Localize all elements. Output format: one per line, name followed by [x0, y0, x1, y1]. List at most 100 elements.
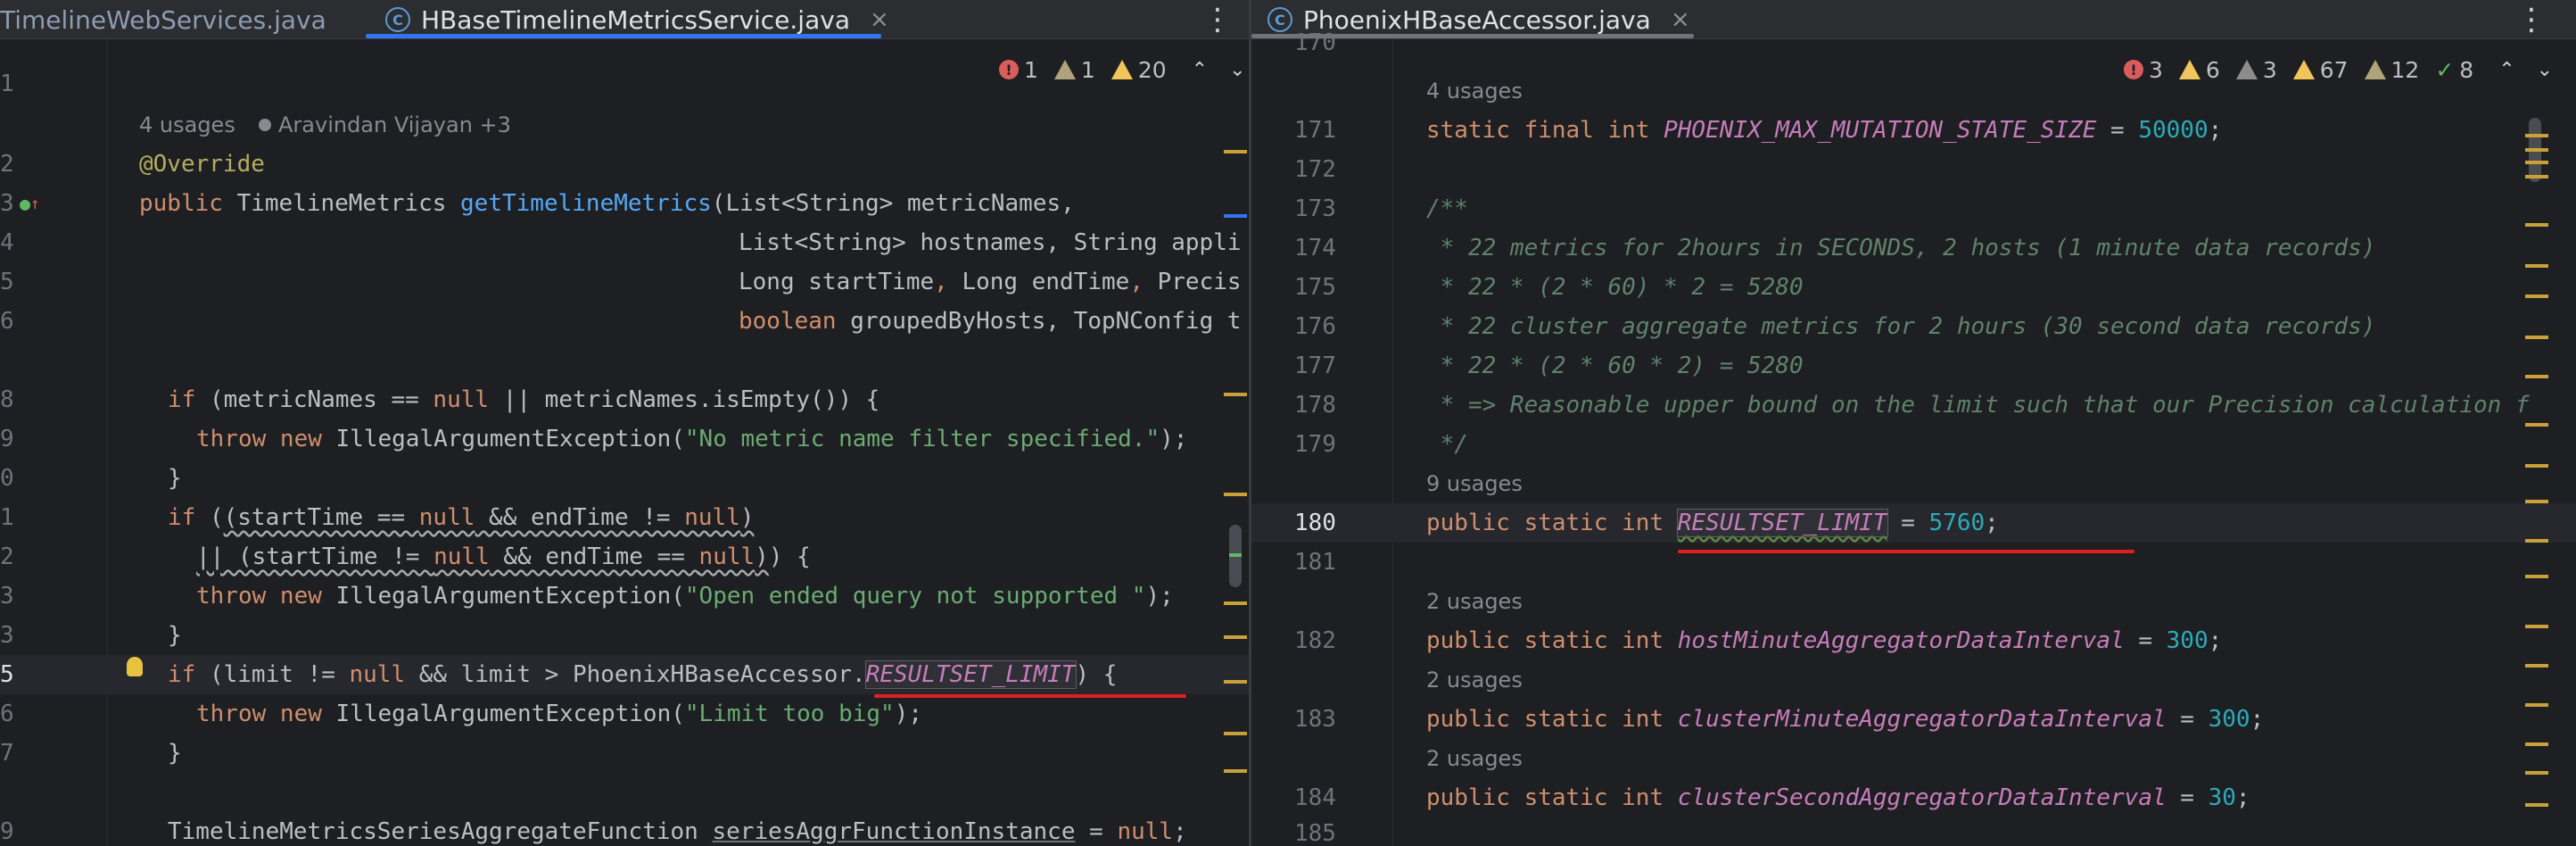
- warning-marker[interactable]: [2525, 625, 2548, 628]
- code-line: throw new IllegalArgumentException("Open…: [196, 583, 1174, 610]
- warning-count[interactable]: 6: [2178, 57, 2220, 83]
- tab-timeline-web-services[interactable]: TimelineWebServices.java: [0, 0, 326, 39]
- chevron-up-icon[interactable]: ⌃: [2498, 59, 2514, 81]
- line-number: 170: [1294, 32, 1336, 54]
- warning-marker[interactable]: [2525, 803, 2548, 807]
- warning-marker[interactable]: [1224, 635, 1247, 639]
- code-line-current: public static int RESULTSET_LIMIT = 5760…: [1426, 509, 1999, 537]
- warning-marker[interactable]: [1224, 601, 1247, 605]
- comment-line: * 22 cluster aggregate metrics for 2 hou…: [1426, 313, 2376, 340]
- lightbulb-icon[interactable]: [127, 657, 143, 676]
- warning-icon: [2292, 60, 2315, 79]
- comment-line: * => Reasonable upper bound on the limit…: [1426, 392, 2530, 419]
- warning-marker[interactable]: [1224, 493, 1247, 496]
- line-number: 1: [0, 504, 14, 531]
- warning-marker[interactable]: [2525, 148, 2548, 152]
- error-count[interactable]: ! 3: [2124, 57, 2163, 83]
- line-number: 3: [0, 622, 14, 649]
- warning-marker[interactable]: [2525, 134, 2548, 137]
- weak-warning-count[interactable]: 1: [1053, 57, 1095, 83]
- usages-hint[interactable]: 2 usages: [1426, 739, 1523, 778]
- check-icon: ✓: [2435, 56, 2455, 83]
- warning-icon: [2178, 60, 2200, 79]
- chevron-up-icon[interactable]: ⌃: [1192, 59, 1208, 81]
- line-number: 171: [1294, 117, 1336, 144]
- right-editor-pane: C PhoenixHBaseAccessor.java × ⋮ ! 3 6 3 6…: [1251, 0, 2576, 846]
- code-line: public static int clusterSecondAggregato…: [1426, 784, 2250, 811]
- warning-marker[interactable]: [1224, 393, 1247, 396]
- close-icon[interactable]: ×: [1671, 6, 1690, 33]
- warning-marker[interactable]: [1224, 732, 1247, 735]
- warning-count-2[interactable]: 67: [2292, 57, 2349, 83]
- weak-warning-count[interactable]: 3: [2235, 57, 2277, 83]
- warning-marker[interactable]: [2525, 464, 2548, 468]
- line-number: 184: [1294, 784, 1336, 811]
- warning-marker[interactable]: [2525, 175, 2548, 178]
- red-annotation-underline: [1678, 550, 2134, 553]
- usages-hint[interactable]: 2 usages: [1426, 660, 1523, 700]
- warning-marker[interactable]: [2525, 771, 2548, 775]
- left-editor-pane: TimelineWebServices.java C HBaseTimeline…: [0, 0, 1249, 846]
- caret-marker[interactable]: [1224, 214, 1247, 218]
- line-number: 6: [0, 701, 14, 727]
- code-line: || (startTime != null && endTime == null…: [196, 543, 811, 570]
- typo-count[interactable]: 12: [2364, 57, 2419, 83]
- line-number: 9: [0, 818, 14, 845]
- ok-count[interactable]: ✓ 8: [2435, 57, 2473, 83]
- more-options-icon[interactable]: ⋮: [2516, 0, 2547, 39]
- usages-hint[interactable]: 4 usages: [1426, 71, 1523, 111]
- code-line: }: [168, 740, 182, 767]
- code-line: TimelineMetricsSeriesAggregateFunction s…: [168, 818, 1187, 845]
- line-number: 172: [1294, 156, 1336, 183]
- comment-line: * 22 * (2 * 60) * 2 = 5280: [1426, 274, 1804, 301]
- close-icon[interactable]: ×: [870, 6, 889, 33]
- warning-marker[interactable]: [2525, 539, 2548, 543]
- warning-marker[interactable]: [2525, 375, 2548, 378]
- code-line: Long startTime, Long endTime, Precis: [739, 269, 1242, 295]
- usages-hint[interactable]: 9 usages: [1426, 464, 1523, 503]
- line-number: 4: [0, 229, 14, 256]
- warning-marker[interactable]: [2525, 223, 2548, 227]
- chevron-down-icon[interactable]: ⌄: [1229, 59, 1245, 81]
- warning-marker[interactable]: [2525, 500, 2548, 503]
- warning-marker[interactable]: [1224, 680, 1247, 684]
- code-line: boolean groupedByHosts, TopNConfig t: [739, 308, 1242, 335]
- warning-marker[interactable]: [1224, 150, 1247, 153]
- line-number: 174: [1294, 235, 1336, 261]
- code-line: if (metricNames == null || metricNames.i…: [168, 386, 880, 413]
- line-number: 178: [1294, 392, 1336, 419]
- warning-marker[interactable]: [2525, 423, 2548, 427]
- gutter-separator: [107, 39, 108, 846]
- inspection-widget[interactable]: ! 1 1 20 ⌃ ⌄: [999, 52, 1249, 87]
- line-number: 176: [1294, 313, 1336, 340]
- warning-marker[interactable]: [1224, 769, 1247, 773]
- warning-marker[interactable]: [2525, 664, 2548, 668]
- warning-marker[interactable]: [2525, 336, 2548, 339]
- chevron-down-icon[interactable]: ⌄: [2537, 59, 2553, 81]
- line-number: 2: [0, 151, 14, 178]
- usages-hint[interactable]: 4 usages: [139, 105, 235, 145]
- warning-marker[interactable]: [2525, 294, 2548, 298]
- line-number: 185: [1294, 821, 1336, 846]
- warning-marker[interactable]: [2525, 703, 2548, 707]
- code-line: static final int PHOENIX_MAX_MUTATION_ST…: [1426, 117, 2223, 144]
- typo-icon: [2364, 60, 2386, 79]
- author-hint[interactable]: Aravindan Vijayan +3: [259, 105, 511, 145]
- warning-marker[interactable]: [2525, 742, 2548, 746]
- warning-marker[interactable]: [2525, 264, 2548, 268]
- line-number: 5: [0, 269, 14, 295]
- warning-marker[interactable]: [2525, 575, 2548, 578]
- error-count[interactable]: ! 1: [999, 57, 1038, 83]
- inspection-widget[interactable]: ! 3 6 3 67 12 ✓ 8 ⌃ ⌄: [2124, 52, 2565, 87]
- code-line: }: [168, 465, 182, 492]
- active-tab-indicator: [366, 34, 881, 38]
- line-number: 7: [0, 740, 14, 767]
- more-options-icon[interactable]: ⋮: [1202, 0, 1233, 39]
- warning-marker[interactable]: [2525, 161, 2548, 164]
- warning-count[interactable]: 20: [1110, 57, 1167, 83]
- implements-method-icon[interactable]: ● ↑: [20, 184, 40, 223]
- usages-hint[interactable]: 2 usages: [1426, 582, 1523, 621]
- code-line: public static int hostMinuteAggregatorDa…: [1426, 627, 2223, 654]
- comment-line: */: [1426, 431, 1468, 458]
- code-line: throw new IllegalArgumentException("Limi…: [196, 701, 923, 727]
